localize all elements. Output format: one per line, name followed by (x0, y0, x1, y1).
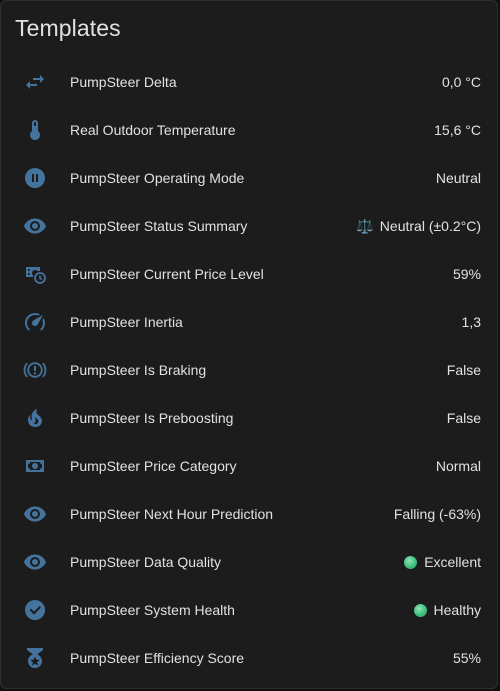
entity-label: PumpSteer Efficiency Score (70, 650, 245, 666)
balance-scale-icon: ⚖️ (356, 218, 374, 234)
entity-label: PumpSteer Current Price Level (70, 266, 264, 282)
entity-label: PumpSteer Status Summary (70, 218, 248, 234)
entity-value: Neutral (435, 170, 481, 186)
check-circle-icon (21, 598, 49, 622)
entity-row-current-price-level[interactable]: PumpSteer Current Price Level 59% (1, 250, 499, 298)
eye-icon (21, 550, 49, 574)
entity-label: PumpSteer Inertia (70, 314, 183, 330)
entity-row-data-quality[interactable]: PumpSteer Data Quality Excellent (1, 538, 499, 586)
entity-row-pumpsteer-delta[interactable]: PumpSteer Delta 0,0 °C (1, 58, 499, 106)
fire-icon (21, 406, 49, 430)
eye-icon (21, 502, 49, 526)
entity-row-status-summary[interactable]: PumpSteer Status Summary ⚖️ Neutral (±0.… (1, 202, 499, 250)
car-brake-alert-icon (21, 358, 49, 382)
entity-row-inertia[interactable]: PumpSteer Inertia 1,3 (1, 298, 499, 346)
green-status-dot-icon (413, 603, 427, 617)
entity-value: 1,3 (461, 314, 481, 330)
templates-card: Templates PumpSteer Delta 0,0 °C Real Ou… (0, 0, 498, 689)
entity-value: 59% (452, 266, 481, 282)
entity-value: False (446, 410, 481, 426)
speedometer-icon (21, 310, 49, 334)
entity-value: Excellent (404, 538, 481, 586)
entity-value: Falling (-63%) (393, 506, 481, 522)
entity-value: False (446, 362, 481, 378)
entity-value: 0,0 °C (441, 74, 481, 90)
green-status-dot-icon (404, 555, 418, 569)
entity-list: PumpSteer Delta 0,0 °C Real Outdoor Temp… (1, 58, 499, 682)
entity-value: Healthy (413, 586, 481, 634)
entity-label: PumpSteer Data Quality (70, 554, 221, 570)
card-title: Templates (15, 15, 121, 41)
cash-icon (21, 454, 49, 478)
entity-row-is-braking[interactable]: PumpSteer Is Braking False (1, 346, 499, 394)
entity-row-price-category[interactable]: PumpSteer Price Category Normal (1, 442, 499, 490)
entity-row-system-health[interactable]: PumpSteer System Health Healthy (1, 586, 499, 634)
entity-label: PumpSteer Next Hour Prediction (70, 506, 274, 522)
entity-row-next-hour-prediction[interactable]: PumpSteer Next Hour Prediction Falling (… (1, 490, 499, 538)
entity-label: PumpSteer Is Braking (70, 362, 207, 378)
entity-value: Normal (435, 458, 481, 474)
eye-icon (21, 214, 49, 238)
entity-value: 15,6 °C (434, 122, 481, 138)
entity-label: PumpSteer Is Preboosting (70, 410, 234, 426)
entity-row-operating-mode[interactable]: PumpSteer Operating Mode Neutral (1, 154, 499, 202)
entity-label: PumpSteer Price Category (70, 458, 237, 474)
entity-label: PumpSteer Operating Mode (70, 170, 245, 186)
swap-horizontal-icon (21, 70, 49, 94)
entity-row-efficiency-score[interactable]: PumpSteer Efficiency Score 55% (1, 634, 499, 682)
entity-label: PumpSteer Delta (70, 74, 177, 90)
entity-label: PumpSteer System Health (70, 602, 235, 618)
entity-value: 55% (452, 650, 481, 666)
entity-value: ⚖️ Neutral (±0.2°C) (356, 202, 481, 250)
medal-icon (21, 646, 49, 670)
pause-circle-icon (21, 166, 49, 190)
entity-row-real-outdoor-temperature[interactable]: Real Outdoor Temperature 15,6 °C (1, 106, 499, 154)
entity-row-is-preboosting[interactable]: PumpSteer Is Preboosting False (1, 394, 499, 442)
entity-label: Real Outdoor Temperature (70, 122, 236, 138)
cash-clock-icon (21, 262, 49, 286)
thermometer-icon (21, 118, 49, 142)
